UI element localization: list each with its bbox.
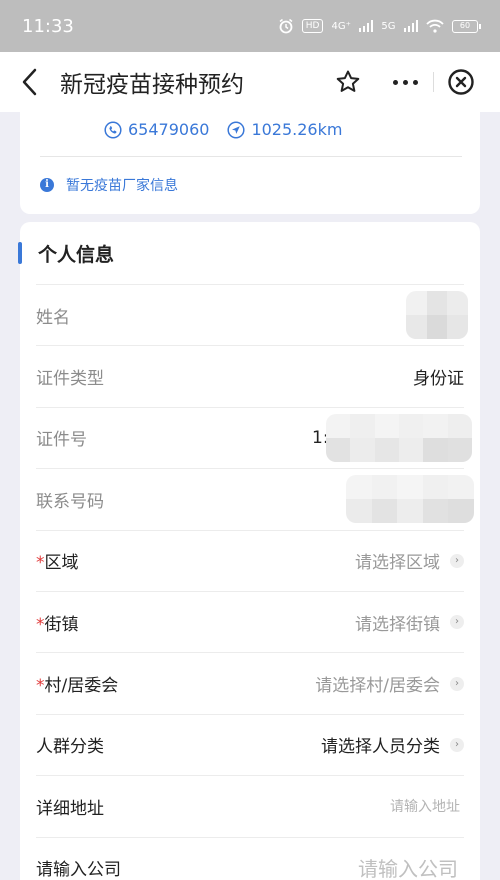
section-header: 个人信息 bbox=[18, 222, 480, 284]
personal-info-card: 个人信息 姓名 证件类型 身份证 证件号 1: 联系号码 *区域 请选择区域 › … bbox=[18, 222, 480, 880]
signal-icon bbox=[358, 20, 374, 32]
id-number-label: 证件号 bbox=[36, 430, 87, 451]
id-type-label: 证件类型 bbox=[36, 369, 104, 390]
favorite-button[interactable] bbox=[330, 64, 366, 100]
address-label: 详细地址 bbox=[36, 798, 104, 819]
alarm-icon bbox=[279, 18, 293, 34]
street-label-wrap: *街镇 bbox=[36, 610, 79, 635]
street-row[interactable]: *街镇 请选择街镇 › bbox=[36, 590, 464, 652]
phone-label: 联系号码 bbox=[36, 491, 104, 512]
vendor-notice-text: 暂无疫苗厂家信息 bbox=[66, 178, 178, 194]
name-blurred-value bbox=[406, 291, 468, 339]
status-bar: 11:33 HD 4G⁺ 5G 60 bbox=[0, 0, 500, 52]
hd-badge: HD bbox=[301, 19, 324, 33]
signal-icon bbox=[403, 20, 418, 32]
required-mark: * bbox=[36, 614, 45, 635]
required-mark: * bbox=[36, 676, 45, 697]
vendor-notice: i 暂无疫苗厂家信息 bbox=[40, 175, 178, 195]
village-row[interactable]: *村/居委会 请选择村/居委会 › bbox=[36, 652, 464, 713]
company-input[interactable]: 请输入公司 bbox=[358, 853, 458, 880]
page-title: 新冠疫苗接种预约 bbox=[60, 72, 244, 98]
navigation-icon bbox=[227, 120, 245, 139]
name-label: 姓名 bbox=[36, 307, 70, 328]
back-button[interactable] bbox=[0, 52, 60, 112]
phone-icon bbox=[104, 120, 122, 139]
group-label: 人群分类 bbox=[36, 737, 104, 758]
group-value: 请选择人员分类 bbox=[321, 737, 440, 758]
nav-bar: 新冠疫苗接种预约 bbox=[0, 52, 500, 112]
phone-blurred-value bbox=[346, 475, 474, 524]
chevron-right-icon: › bbox=[450, 553, 464, 568]
clinic-distance[interactable]: 1025.26km bbox=[227, 120, 342, 139]
section-accent-bar bbox=[18, 242, 22, 264]
village-label-wrap: *村/居委会 bbox=[36, 671, 118, 696]
phone-row: 联系号码 bbox=[36, 468, 474, 529]
net-4g-label: 4G⁺ bbox=[331, 20, 351, 32]
divider bbox=[40, 156, 462, 157]
village-select[interactable]: 请选择村/居委会 › bbox=[315, 671, 464, 696]
group-row[interactable]: 人群分类 请选择人员分类 › bbox=[36, 713, 464, 775]
company-label: 请输入公司 bbox=[36, 860, 121, 880]
close-button[interactable] bbox=[434, 61, 488, 103]
street-placeholder: 请选择街镇 bbox=[355, 614, 440, 635]
status-icons: HD 4G⁺ 5G 60 bbox=[278, 18, 481, 34]
name-row: 姓名 bbox=[36, 284, 468, 345]
address-row[interactable]: 详细地址 请输入地址 bbox=[36, 775, 464, 836]
clinic-phone-text: 65479060 bbox=[128, 120, 210, 139]
more-icon bbox=[393, 79, 418, 85]
section-title: 个人信息 bbox=[38, 243, 115, 266]
id-number-blurred-value bbox=[326, 413, 472, 462]
chevron-right-icon: › bbox=[450, 737, 464, 752]
status-time: 11:33 bbox=[22, 15, 74, 37]
street-label: 街镇 bbox=[44, 614, 79, 635]
id-type-value: 身份证 bbox=[413, 369, 464, 390]
district-placeholder: 请选择区域 bbox=[355, 553, 440, 574]
id-number-row: 证件号 1: bbox=[36, 406, 472, 468]
clinic-phone[interactable]: 65479060 bbox=[104, 120, 209, 139]
chevron-right-icon: › bbox=[450, 615, 464, 630]
clinic-distance-text: 1025.26km bbox=[251, 120, 343, 139]
info-icon: i bbox=[40, 178, 54, 192]
battery-icon: 60 bbox=[452, 19, 481, 33]
address-input[interactable]: 请输入地址 bbox=[390, 796, 460, 816]
district-label: 区域 bbox=[44, 553, 79, 574]
more-button[interactable] bbox=[378, 61, 433, 103]
street-select[interactable]: 请选择街镇 › bbox=[355, 610, 464, 635]
contact-row: 65479060 1025.26km bbox=[104, 120, 342, 139]
back-arrow-icon bbox=[22, 68, 37, 96]
close-icon bbox=[448, 69, 474, 95]
district-row[interactable]: *区域 请选择区域 › bbox=[36, 529, 464, 591]
group-select[interactable]: 请选择人员分类 › bbox=[321, 732, 464, 757]
company-row[interactable]: 请输入公司 请输入公司 bbox=[36, 836, 464, 880]
clinic-info-card: 65479060 1025.26km i 暂无疫苗厂家信息 bbox=[20, 112, 480, 214]
district-label-wrap: *区域 bbox=[36, 548, 79, 573]
star-icon bbox=[336, 70, 360, 92]
village-label: 村/居委会 bbox=[44, 676, 119, 697]
wifi-icon bbox=[426, 19, 444, 33]
district-select[interactable]: 请选择区域 › bbox=[355, 548, 464, 573]
chevron-right-icon: › bbox=[450, 676, 464, 691]
id-type-row[interactable]: 证件类型 身份证 bbox=[36, 345, 464, 406]
village-placeholder: 请选择村/居委会 bbox=[315, 676, 440, 697]
required-mark: * bbox=[36, 553, 45, 574]
mini-program-capsule bbox=[378, 61, 488, 103]
net-5g-label: 5G bbox=[381, 20, 396, 32]
